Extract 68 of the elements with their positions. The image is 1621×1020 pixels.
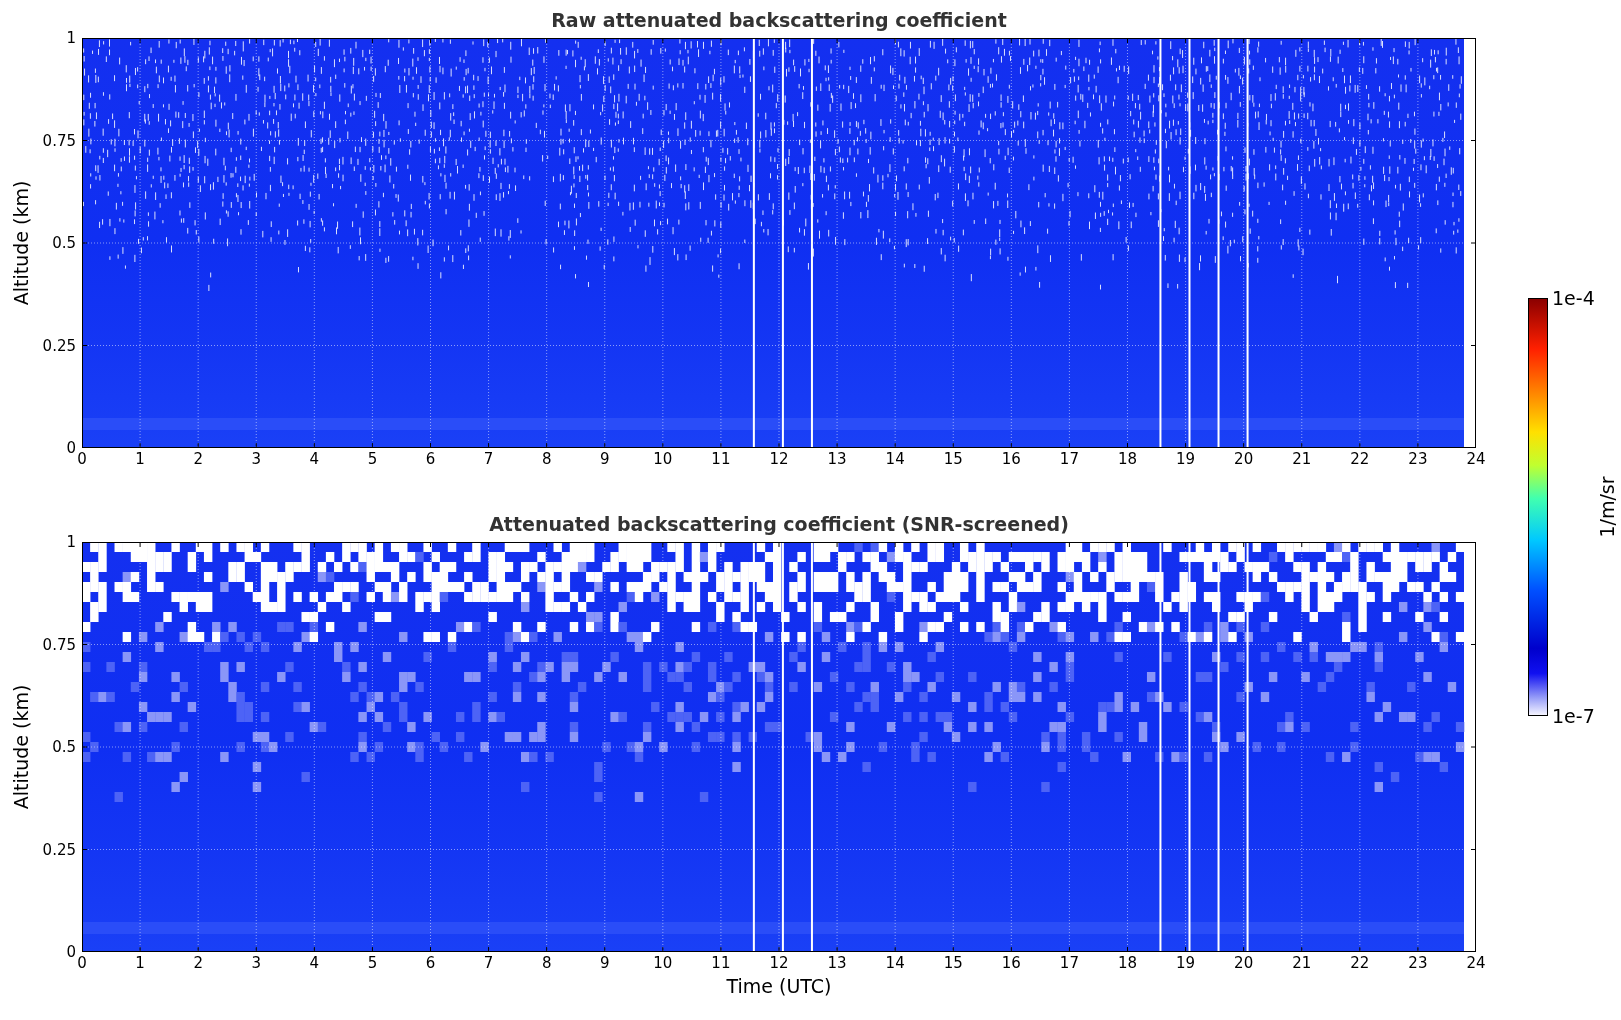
tick-label: 1e-7 [1552, 706, 1595, 726]
tick-label: 7 [483, 451, 494, 467]
axis-label: Time (UTC) [725, 974, 833, 998]
tick-label: 15 [943, 955, 963, 971]
tick-label: 0 [77, 451, 87, 467]
tick-label: 14 [885, 451, 905, 467]
tick-label: 0.5 [52, 235, 76, 251]
tick-label: 0 [66, 944, 76, 960]
tick-label: 5 [367, 955, 378, 971]
tick-label: 7 [483, 955, 494, 971]
tick-label: 17 [1059, 451, 1079, 467]
tick-label: 0.75 [42, 636, 76, 653]
tick-label: 10 [653, 451, 673, 467]
tick-label: 0 [77, 955, 87, 971]
tick-label: 20 [1234, 955, 1254, 971]
tick-label: 6 [425, 955, 436, 971]
tick-label: 23 [1408, 451, 1428, 467]
tick-label: 2 [193, 955, 203, 971]
tick-label: 8 [541, 955, 552, 971]
tick-label: 4 [309, 955, 320, 971]
tick-label: 16 [1001, 955, 1021, 971]
tick-label: 0.25 [42, 337, 76, 354]
tick-label: 12 [769, 451, 789, 467]
tick-label: 24 [1466, 955, 1486, 971]
axis-label: Altitude (km) [10, 180, 32, 306]
tick-label: 13 [827, 451, 847, 467]
tick-label: 0 [66, 440, 76, 456]
tick-label: 24 [1466, 451, 1486, 467]
tick-label: 0.25 [42, 841, 76, 858]
tick-label: 1 [66, 534, 76, 550]
tick-label: 16 [1001, 451, 1021, 467]
tick-label: 9 [600, 451, 610, 467]
tick-label: 18 [1117, 451, 1138, 467]
tick-label: 17 [1059, 955, 1079, 971]
tick-label: 21 [1292, 451, 1312, 467]
tick-label: 21 [1292, 955, 1312, 971]
tick-label: 22 [1350, 955, 1370, 971]
axis-label: Altitude (km) [10, 684, 32, 810]
tick-label: 10 [653, 955, 673, 971]
tick-label: 4 [309, 451, 320, 467]
tick-label: 11 [711, 955, 731, 971]
tick-label: 0.5 [52, 739, 76, 755]
tick-label: 1 [135, 955, 145, 971]
tick-label: 1e-4 [1552, 288, 1595, 308]
chart-title: Raw attenuated backscattering coefficient [551, 9, 1007, 31]
tick-label: 11 [711, 451, 731, 467]
tick-label: 6 [425, 451, 436, 467]
tick-label: 8 [541, 451, 552, 467]
tick-label: 9 [600, 955, 610, 971]
tick-label: 18 [1117, 955, 1138, 971]
tick-label: 5 [367, 451, 378, 467]
tick-label: 1 [135, 451, 145, 467]
tick-label: 19 [1176, 451, 1196, 467]
tick-label: 15 [943, 451, 963, 467]
tick-label: 0.75 [42, 132, 76, 149]
tick-label: 22 [1350, 451, 1370, 467]
tick-label: 12 [769, 955, 789, 971]
chart-title: Attenuated backscattering coefficient (SNR-screened) [489, 513, 1069, 535]
tick-label: 3 [251, 451, 261, 467]
tick-label: 13 [827, 955, 847, 971]
tick-label: 14 [885, 955, 905, 971]
tick-label: 3 [251, 955, 261, 971]
tick-label: 19 [1176, 955, 1196, 971]
tick-label: 2 [193, 451, 203, 467]
colorbar-label: 1/m/sr [1595, 476, 1618, 538]
tick-label: 20 [1234, 451, 1254, 467]
tick-label: 23 [1408, 955, 1428, 971]
tick-label: 1 [66, 30, 76, 46]
